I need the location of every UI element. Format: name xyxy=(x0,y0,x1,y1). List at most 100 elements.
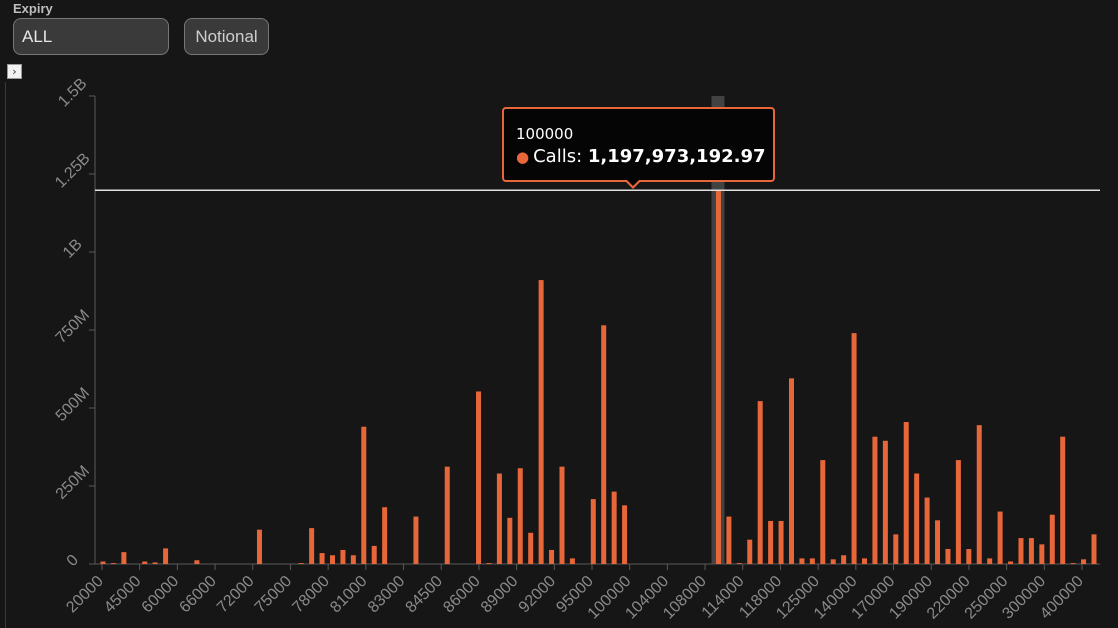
bar xyxy=(851,333,857,564)
bar xyxy=(622,505,628,564)
bar xyxy=(569,558,575,564)
tooltip-value: 1,197,973,192.97 xyxy=(587,146,766,167)
tooltip-series-row: ● Calls: 1,197,973,192.97 xyxy=(516,146,766,167)
bar xyxy=(955,460,961,564)
x-tick-label: 83000 xyxy=(365,573,409,617)
bar xyxy=(350,555,356,564)
bar xyxy=(987,558,993,564)
x-tick-label: 78000 xyxy=(289,573,333,617)
bar xyxy=(903,422,909,564)
tooltip-arrow-inner xyxy=(626,179,640,186)
x-tick-label: 84500 xyxy=(403,573,447,617)
bar xyxy=(736,563,742,564)
x-tick-label: 66000 xyxy=(176,573,220,617)
bar xyxy=(329,555,335,564)
bar xyxy=(768,520,774,564)
bar xyxy=(559,466,565,564)
bar xyxy=(486,563,492,564)
bar xyxy=(507,517,513,564)
bar xyxy=(862,558,868,564)
bar xyxy=(194,560,200,564)
bar xyxy=(319,553,325,564)
x-tick-label: 45000 xyxy=(101,573,145,617)
bar xyxy=(799,558,805,564)
bar xyxy=(549,549,555,564)
bar xyxy=(590,499,596,564)
bar xyxy=(256,529,262,564)
y-tick-label: 500M xyxy=(53,385,93,425)
x-tick-label: 108000 xyxy=(660,573,710,623)
bar xyxy=(1028,538,1034,564)
bar xyxy=(413,516,419,564)
bar xyxy=(914,473,920,564)
bar xyxy=(528,532,534,564)
bar xyxy=(340,549,346,564)
bar xyxy=(788,378,794,564)
y-tick-label: 1B xyxy=(60,236,86,262)
x-tick-label: 75000 xyxy=(252,573,296,617)
bar xyxy=(476,391,482,564)
bar xyxy=(1091,534,1097,564)
bar xyxy=(809,558,815,564)
bar xyxy=(1081,559,1087,564)
bar xyxy=(726,516,732,564)
chart-app: Expiry ALL Notional › 0 250M 500M 750M 1B 1.2… xyxy=(0,0,1118,628)
bar xyxy=(945,549,951,564)
bar xyxy=(163,548,169,564)
bar xyxy=(152,562,158,564)
bar xyxy=(935,520,941,564)
x-tick-label: 86000 xyxy=(440,573,484,617)
bar xyxy=(757,401,763,564)
bar xyxy=(1018,538,1024,564)
bar xyxy=(100,561,106,564)
bar xyxy=(778,520,784,564)
bar xyxy=(361,426,367,564)
tooltip-series-label: Calls: xyxy=(533,146,583,167)
bar xyxy=(121,552,127,564)
bar xyxy=(382,507,388,564)
y-tick-label: 1.25B xyxy=(52,150,94,192)
bar xyxy=(747,539,753,564)
x-tick-label: 92000 xyxy=(516,573,560,617)
bar xyxy=(371,545,377,564)
bar xyxy=(1049,514,1055,564)
bar-chart: 0 250M 500M 750M 1B 1.25B 1.5B 2000045000600006… xyxy=(52,75,1100,623)
series-dot-icon: ● xyxy=(516,148,530,166)
x-tick-label: 20000 xyxy=(63,573,107,617)
bar xyxy=(110,563,116,564)
bar xyxy=(1070,563,1076,564)
bar xyxy=(872,436,878,564)
x-tick-label: 81000 xyxy=(327,573,371,617)
bar xyxy=(517,468,523,564)
bar xyxy=(1039,544,1045,564)
x-tick-label: 72000 xyxy=(214,573,258,617)
bar xyxy=(893,534,899,564)
bar xyxy=(830,559,836,564)
y-tick-label: 750M xyxy=(53,307,93,347)
y-tick-label: 0 xyxy=(64,552,82,570)
bar xyxy=(309,528,315,564)
x-tick-label: 400000 xyxy=(1037,573,1087,623)
bar xyxy=(298,563,304,564)
x-tick-label: 60000 xyxy=(139,573,183,617)
bar xyxy=(966,549,972,564)
bar xyxy=(841,555,847,564)
y-tick-label: 250M xyxy=(53,463,93,503)
y-tick-label: 1.5B xyxy=(55,75,90,110)
tooltip-x-value: 100000 xyxy=(516,125,574,143)
bar xyxy=(611,491,617,564)
bar xyxy=(444,466,450,564)
bar xyxy=(976,425,982,564)
bar xyxy=(882,440,888,564)
bar xyxy=(142,561,148,564)
bar xyxy=(538,280,544,564)
bar xyxy=(715,190,721,564)
chart-tooltip: 100000 ● Calls: 1,197,973,192.97 xyxy=(502,107,775,182)
bar xyxy=(924,497,930,564)
bar xyxy=(496,473,502,564)
bar xyxy=(1060,436,1066,564)
x-tick-label: 89000 xyxy=(478,573,522,617)
bar xyxy=(1008,561,1014,564)
bar xyxy=(820,460,826,564)
bar xyxy=(997,511,1003,564)
